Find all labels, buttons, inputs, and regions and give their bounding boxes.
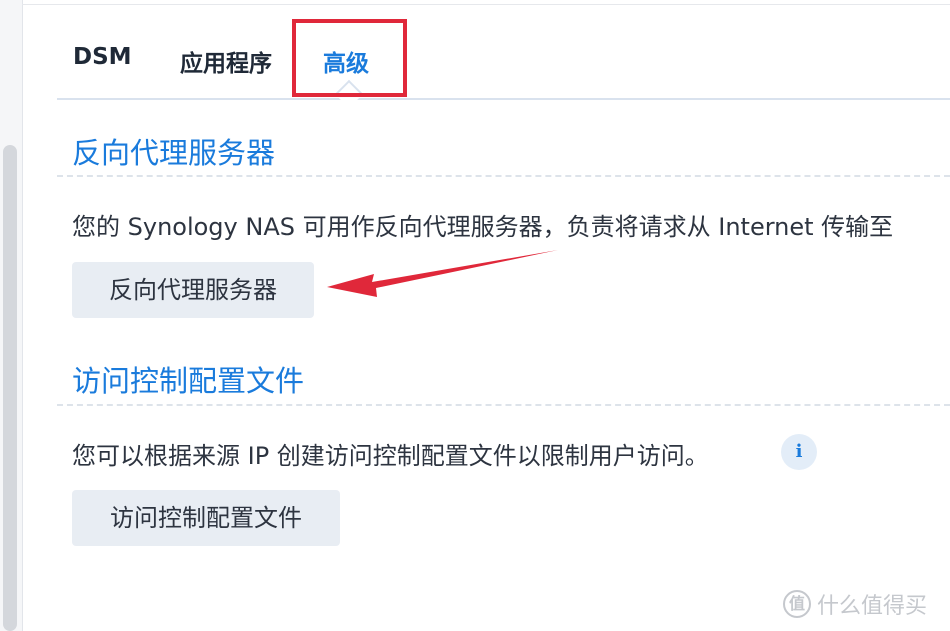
section-title-reverse-proxy: 反向代理服务器	[72, 136, 276, 170]
scrollbar-thumb[interactable]	[3, 145, 17, 631]
section-divider	[57, 404, 950, 406]
tab-applications[interactable]: 应用程序	[180, 44, 272, 78]
tab-dsm[interactable]: DSM	[73, 44, 132, 70]
top-divider	[22, 4, 950, 5]
access-control-description: 您可以根据来源 IP 创建访问控制配置文件以限制用户访问。	[72, 442, 709, 470]
settings-panel: DSM 应用程序 高级 反向代理服务器 您的 Synology NAS 可用作反…	[0, 0, 950, 631]
reverse-proxy-description: 您的 Synology NAS 可用作反向代理服务器，负责将请求从 Intern…	[72, 213, 894, 241]
section-title-access-control: 访问控制配置文件	[72, 364, 305, 398]
watermark-logo-icon: 值	[783, 590, 811, 618]
access-control-profile-button[interactable]: 访问控制配置文件	[72, 490, 340, 546]
tab-bar: DSM 应用程序 高级	[57, 28, 950, 109]
section-divider	[57, 175, 950, 177]
info-icon[interactable]: i	[781, 434, 817, 470]
left-gutter	[0, 0, 23, 631]
reverse-proxy-button[interactable]: 反向代理服务器	[72, 262, 314, 318]
annotation-highlight-box	[292, 19, 407, 97]
watermark-text: 什么值得买	[817, 594, 928, 619]
watermark: 值 什么值得买	[783, 588, 927, 620]
